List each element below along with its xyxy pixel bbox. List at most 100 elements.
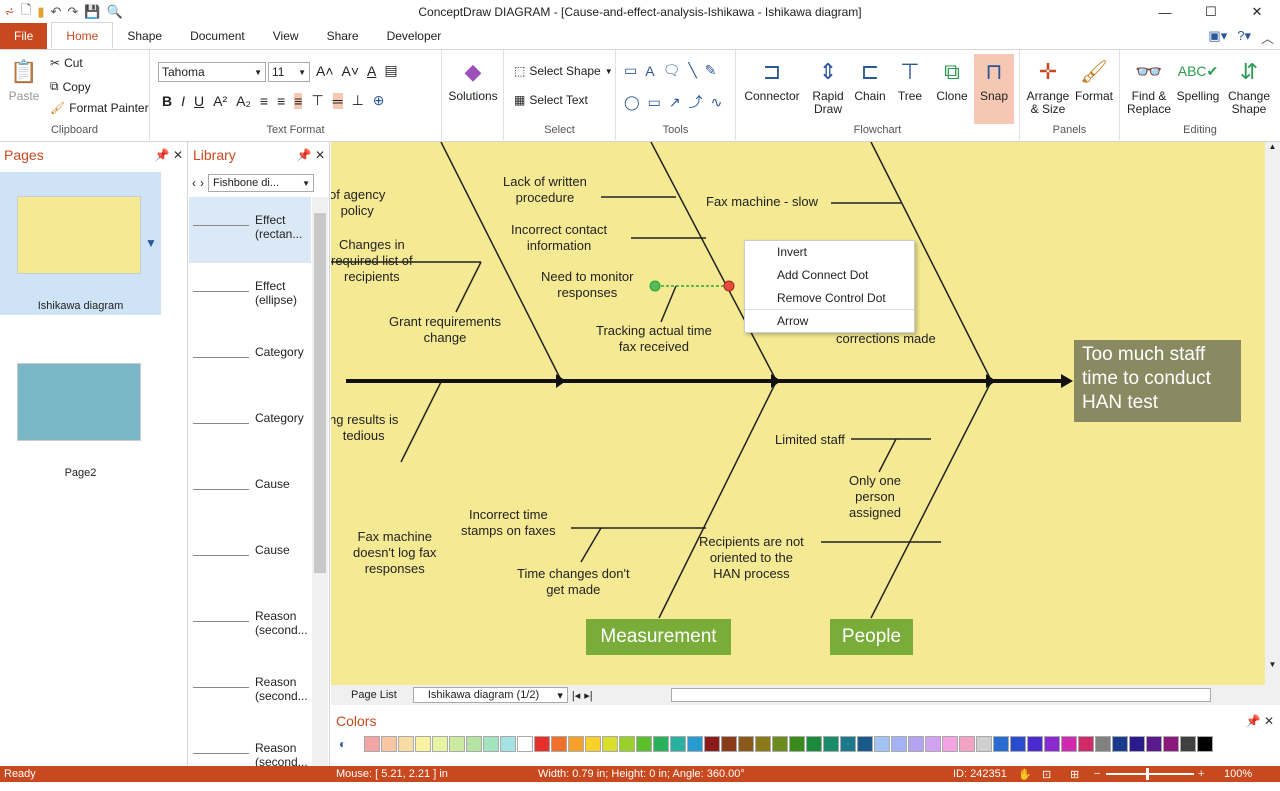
color-swatch[interactable] [483, 736, 499, 752]
paste-button[interactable]: 📋 Paste [6, 56, 42, 103]
color-swatch[interactable] [1180, 736, 1196, 752]
color-swatch[interactable] [687, 736, 703, 752]
cause-label[interactable]: Fax machine doesn't log fax responses [353, 529, 436, 577]
color-swatch[interactable] [1163, 736, 1179, 752]
font-size-select[interactable]: 11 ▼ [268, 62, 310, 82]
undo-icon[interactable]: ↶ [51, 4, 62, 20]
color-swatch[interactable] [840, 736, 856, 752]
cause-label[interactable]: Limited staff [775, 432, 845, 448]
color-swatch[interactable] [466, 736, 482, 752]
diagram-canvas[interactable]: Too much staff time to conduct HAN test … [331, 142, 1265, 685]
text-tool-icon[interactable]: A [645, 63, 654, 79]
line-tool-icon[interactable]: ╲ [688, 62, 696, 79]
connector-button[interactable]: ⊐ Connector [740, 56, 804, 103]
zoom-slider[interactable] [1106, 768, 1194, 780]
tab-share[interactable]: Share [313, 23, 373, 49]
category-measurement[interactable]: Measurement [586, 619, 731, 655]
text-rotate-icon[interactable]: ⊕ [373, 92, 385, 109]
menu-item-arrow[interactable]: Arrow [745, 310, 914, 333]
zoom-area-icon[interactable]: ⊡ [1042, 768, 1051, 781]
tab-developer[interactable]: Developer [373, 23, 456, 49]
superscript-icon[interactable]: A² [213, 93, 227, 109]
align-middle-icon[interactable]: ═ [332, 92, 343, 109]
rectangle-tool-icon[interactable]: ▭ [624, 62, 637, 79]
color-swatch[interactable] [908, 736, 924, 752]
close-icon[interactable]: ✕ [173, 148, 183, 162]
arc-tool-icon[interactable]: ⤴ [689, 92, 703, 112]
canvas-vertical-scrollbar[interactable]: ▲ ▼ [1265, 142, 1280, 685]
color-swatch[interactable] [942, 736, 958, 752]
cause-label[interactable]: ng results is tedious [331, 412, 398, 444]
color-swatch[interactable] [432, 736, 448, 752]
curve-tool-icon[interactable]: ∿ [711, 94, 723, 111]
spelling-button[interactable]: ABC✔ Spelling [1174, 56, 1222, 103]
maximize-button[interactable]: ☐ [1188, 0, 1234, 24]
next-page-icon[interactable]: ▸| [584, 689, 592, 702]
rapid-draw-button[interactable]: ⇕ Rapid Draw [808, 56, 848, 116]
image-tool-icon[interactable]: ▭ [648, 94, 661, 111]
grow-font-icon[interactable]: A˄ [316, 63, 334, 79]
menu-item-invert[interactable]: Invert [745, 241, 914, 264]
tab-file[interactable]: File [0, 23, 48, 49]
italic-icon[interactable]: I [181, 93, 185, 109]
pin-icon[interactable]: 📌 [1246, 714, 1261, 728]
zoom-in-icon[interactable]: + [1198, 768, 1204, 780]
subscript-icon[interactable]: A₂ [236, 93, 251, 109]
fit-icon[interactable]: ⊞ [1070, 768, 1079, 781]
select-text-button[interactable]: ▦ Select Text [514, 93, 588, 107]
color-swatch[interactable] [364, 736, 380, 752]
page-thumb-2[interactable]: Page2 [0, 357, 161, 487]
zoom-out-icon[interactable]: − [1094, 768, 1100, 780]
color-swatch[interactable] [959, 736, 975, 752]
page-list-label[interactable]: Page List [351, 689, 397, 701]
new-icon[interactable]: 🗋 [21, 1, 31, 23]
redo-icon[interactable]: ↷ [67, 4, 78, 20]
color-swatch[interactable] [874, 736, 890, 752]
library-scrollbar[interactable] [312, 197, 328, 766]
menu-item-add-connect-dot[interactable]: Add Connect Dot [745, 264, 914, 287]
cause-label[interactable]: Grant requirements change [389, 314, 501, 346]
color-swatch[interactable] [551, 736, 567, 752]
color-swatch[interactable] [670, 736, 686, 752]
solutions-button[interactable]: ◆ Solutions [446, 56, 500, 103]
horizontal-scrollbar[interactable] [670, 688, 1211, 702]
cause-label[interactable]: Only one person assigned [849, 473, 901, 521]
forward-arrow-icon[interactable]: › [200, 176, 204, 190]
color-swatch[interactable] [500, 736, 516, 752]
close-button[interactable]: ✕ [1234, 0, 1280, 24]
effect-box[interactable]: Too much staff time to conduct HAN test [1074, 340, 1241, 422]
color-swatch[interactable] [1197, 736, 1213, 752]
color-swatch[interactable] [398, 736, 414, 752]
underline-icon[interactable]: U [194, 93, 204, 109]
color-swatch[interactable] [1112, 736, 1128, 752]
color-swatch[interactable] [891, 736, 907, 752]
color-swatch[interactable] [585, 736, 601, 752]
color-swatch[interactable] [534, 736, 550, 752]
prev-page-icon[interactable]: |◂ [572, 689, 580, 702]
clone-button[interactable]: ⧉ Clone [934, 56, 970, 103]
color-swatch[interactable] [1078, 736, 1094, 752]
color-swatch[interactable] [976, 736, 992, 752]
close-icon[interactable]: ✕ [315, 148, 325, 162]
menu-item-remove-control-dot[interactable]: Remove Control Dot [745, 287, 914, 310]
color-swatch[interactable] [381, 736, 397, 752]
page-thumb-1[interactable]: Ishikawa diagram [0, 172, 161, 315]
library-dropdown[interactable]: Fishbone di... ▼ [208, 174, 314, 192]
library-item[interactable]: Cause [189, 527, 311, 593]
minimize-ribbon-icon[interactable]: ︿ [1261, 28, 1274, 47]
arrow-tool-icon[interactable]: ↗ [669, 94, 681, 111]
color-swatch[interactable] [772, 736, 788, 752]
color-swatch[interactable] [1044, 736, 1060, 752]
color-swatch[interactable] [1146, 736, 1162, 752]
align-right-icon[interactable]: ≡ [294, 92, 303, 109]
cause-label[interactable]: Need to monitor responses [541, 269, 634, 301]
color-swatch[interactable] [857, 736, 873, 752]
cause-label[interactable]: Tracking actual time fax received [596, 323, 712, 355]
color-swatch[interactable] [619, 736, 635, 752]
color-swatch[interactable] [602, 736, 618, 752]
page-menu-arrow-icon[interactable]: ▼ [145, 236, 157, 250]
close-icon[interactable]: ✕ [1264, 714, 1274, 728]
color-swatch[interactable] [704, 736, 720, 752]
page-select[interactable]: Ishikawa diagram (1/2) ▾ [412, 687, 568, 703]
color-swatch[interactable] [636, 736, 652, 752]
